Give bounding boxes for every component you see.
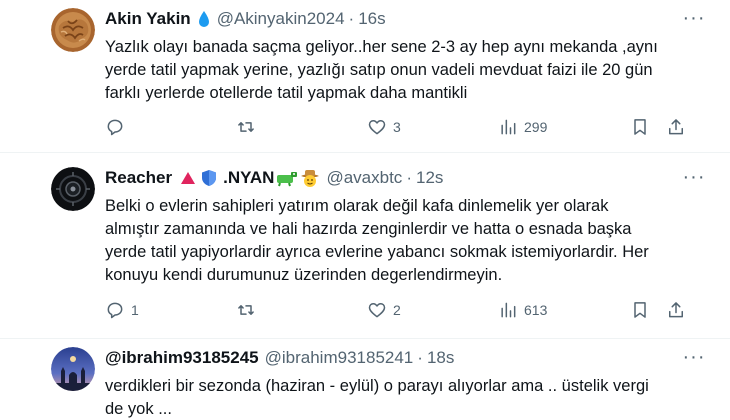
display-name[interactable]: Akin Yakin <box>105 9 191 29</box>
tweet-text-line: konuyu kendi durumunuz üzerinden degerle… <box>105 266 503 284</box>
views-icon <box>501 302 516 318</box>
views-button[interactable]: 299 <box>498 115 547 139</box>
bookmark-icon <box>634 119 646 135</box>
timestamp[interactable]: 18s <box>427 348 454 368</box>
like-icon <box>368 120 386 135</box>
views-button[interactable]: 613 <box>498 298 547 322</box>
repost-icon <box>238 122 254 132</box>
avatar-ibrahim[interactable] <box>51 347 95 391</box>
share-button[interactable] <box>666 298 686 322</box>
more-icon[interactable]: ··· <box>682 166 706 188</box>
tweet-text-line: farklı yerlerde otellerde tatil yapmak d… <box>105 84 468 102</box>
tweet-2[interactable]: Reacher .NYAN @avaxbtc · 12s ··· Belki o… <box>0 153 730 338</box>
repost-button[interactable] <box>236 115 262 139</box>
display-name[interactable]: @ibrahim93185245 <box>105 348 259 368</box>
tweet-header: Akin Yakin @Akinyakin2024 · 16s <box>105 8 690 30</box>
tweet-text: Yazlık olayı banada saçma geliyor..her s… <box>105 36 705 105</box>
separator-dot: · <box>348 9 355 28</box>
tweet-text-line: almıştır zamanında ve hali hazırda zengi… <box>105 220 632 238</box>
more-icon[interactable]: ··· <box>682 346 706 368</box>
tweet-1[interactable]: Akin Yakin @Akinyakin2024 · 16s ··· Yazl… <box>0 0 730 152</box>
cowboy-emoji-icon <box>300 168 320 188</box>
views-icon <box>501 119 516 135</box>
display-name[interactable]: Reacher <box>105 168 172 188</box>
tweet-text-line: verdikleri bir sezonda (haziran - eylül)… <box>105 377 649 395</box>
bookmark-button[interactable] <box>630 115 650 139</box>
like-button[interactable]: 3 <box>367 115 401 139</box>
reply-icon <box>107 119 123 136</box>
reply-button[interactable]: 1 <box>105 298 139 322</box>
tweet-text-line: yerde tatil yapiyorlardir ayrıca evlerin… <box>105 243 649 261</box>
user-handle[interactable]: @ibrahim93185241 <box>265 348 414 368</box>
bookmark-icon <box>634 302 646 318</box>
share-button[interactable] <box>666 115 686 139</box>
user-handle[interactable]: @avaxbtc <box>326 168 402 188</box>
view-count: 613 <box>524 302 548 318</box>
reply-button[interactable] <box>105 115 131 139</box>
avatar-akin-yakin[interactable] <box>51 8 95 52</box>
display-name-suffix[interactable]: .NYAN <box>223 168 274 188</box>
tweet-header: @ibrahim93185245 @ibrahim93185241 · 18s <box>105 347 690 369</box>
separator-dot: · <box>406 168 412 187</box>
avatar-reacher[interactable] <box>51 167 95 211</box>
user-handle[interactable]: @Akinyakin2024 <box>217 9 345 29</box>
like-count: 3 <box>393 119 401 135</box>
share-icon <box>669 119 683 135</box>
like-count: 2 <box>393 302 401 318</box>
blue-shield-icon <box>201 169 217 187</box>
tweet-header: Reacher .NYAN @avaxbtc · 12s <box>105 167 690 189</box>
like-icon <box>368 303 386 318</box>
view-count: 299 <box>524 119 548 135</box>
action-bar: 3 299 <box>105 115 690 139</box>
separator-dot: · <box>417 348 423 367</box>
tweet-text: verdikleri bir sezonda (haziran - eylül)… <box>105 375 705 420</box>
tweet-text: Belki o evlerin sahipleri yatırım olarak… <box>105 195 705 287</box>
tweet-text-line: Belki o evlerin sahipleri yatırım olarak… <box>105 197 609 215</box>
tweet-text-line: de yok ... <box>105 400 172 418</box>
action-bar: 1 2 613 <box>105 298 690 322</box>
red-triangle-icon <box>180 171 196 185</box>
repost-icon <box>238 305 254 315</box>
tweet-3[interactable]: @ibrahim93185245 @ibrahim93185241 · 18s … <box>0 339 730 420</box>
repost-button[interactable] <box>236 298 262 322</box>
tweet-text-line: yerde tatil yapmak yerine, yazlığı satıp… <box>105 61 653 79</box>
verified-drop-icon <box>197 10 211 28</box>
more-icon[interactable]: ··· <box>682 7 706 29</box>
timestamp[interactable]: 12s <box>416 168 443 188</box>
reply-icon <box>107 302 123 319</box>
frog-emoji-icon <box>276 169 298 187</box>
tweet-text-line: Yazlık olayı banada saçma geliyor..her s… <box>105 38 658 56</box>
bookmark-button[interactable] <box>630 298 650 322</box>
like-button[interactable]: 2 <box>367 298 401 322</box>
reply-count: 1 <box>131 302 139 318</box>
timestamp[interactable]: 16s <box>358 9 385 29</box>
share-icon <box>669 302 683 318</box>
